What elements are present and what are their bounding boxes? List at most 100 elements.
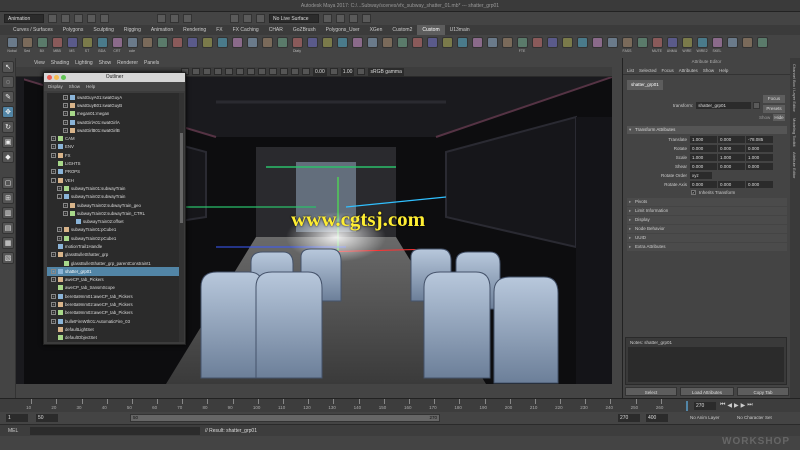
go-to-end-icon[interactable]: ⏭ [747, 402, 752, 409]
expand-toggle-icon[interactable]: + [51, 268, 56, 274]
shelf-button[interactable] [261, 37, 273, 49]
shelf-tab-rendering[interactable]: Rendering [178, 25, 211, 35]
gamma-icon[interactable] [329, 68, 338, 75]
shelf-button[interactable] [306, 37, 318, 49]
ae-menu-focus[interactable]: Focus [662, 68, 674, 73]
shelf-button[interactable]: WIRE [681, 37, 693, 53]
outliner-row[interactable]: subwayTrain02:offset [47, 217, 179, 225]
go-to-input-icon[interactable] [753, 102, 761, 109]
outliner-row[interactable]: - VEH [47, 176, 179, 184]
textured-icon[interactable] [203, 68, 211, 75]
translate-z[interactable]: -78.085 [746, 136, 773, 143]
shelf-tab-gozbrush[interactable]: GoZBrush [288, 25, 321, 35]
shelf-button[interactable]: UNMU [666, 37, 678, 53]
shelf-button[interactable] [321, 37, 333, 49]
shelf-button[interactable]: Nobal [6, 37, 18, 53]
expand-toggle-icon[interactable]: + [51, 293, 56, 299]
outliner-row[interactable]: + swatGirlB01:swatGirlB [47, 126, 179, 134]
copy-tab-button[interactable]: Copy Tab [737, 387, 789, 396]
ae-menu-help[interactable]: Help [719, 68, 728, 73]
time-slider[interactable]: 10 20 30 40 50 60 70 80 90 100 110 120 130 140 150 160 1… [0, 398, 800, 412]
expand-toggle-icon[interactable]: + [51, 169, 56, 175]
shelf-tab-fx-caching[interactable]: FX Caching [228, 25, 264, 35]
shelf-button[interactable]: ST [81, 37, 93, 53]
side-tab-attribute-editor[interactable]: Attribute Editor [792, 152, 797, 178]
expand-toggle-icon[interactable]: + [57, 185, 62, 191]
select-hierarchy-icon[interactable] [157, 14, 166, 23]
side-tab-modeling-toolkit[interactable]: Modeling Toolkit [792, 118, 797, 147]
shelf-button[interactable] [501, 37, 513, 49]
lights-icon[interactable] [214, 68, 222, 75]
outliner-scroll-thumb[interactable] [180, 133, 183, 223]
node-tab[interactable]: shatter_grp01 [627, 80, 663, 90]
shelf-button[interactable]: FASS [621, 37, 633, 53]
outliner-menu-display[interactable]: Display [48, 84, 63, 89]
scale-y[interactable]: 1.000 [718, 154, 745, 161]
expand-toggle-icon[interactable]: + [57, 235, 62, 241]
ae-menu-selected[interactable]: Selected [639, 68, 657, 73]
outliner-row[interactable]: + bulletFireWth01:AutomaticFire_03 [47, 317, 179, 325]
expand-toggle-icon[interactable]: + [63, 210, 68, 216]
expand-toggle-icon[interactable]: + [63, 94, 68, 100]
side-tab-channel-box[interactable]: Channel Box / Layer Editor [792, 64, 797, 112]
move-tool-icon[interactable]: ✥ [2, 106, 14, 118]
snap-point-icon[interactable] [256, 14, 265, 23]
command-language[interactable]: MEL [8, 428, 18, 434]
shelf-tab-char[interactable]: CHAR [264, 25, 288, 35]
viewport-menu-panels[interactable]: Panels [144, 60, 159, 66]
outliner-scrollbar[interactable] [179, 93, 184, 342]
hide-button[interactable]: Hide [773, 114, 785, 121]
step-back-icon[interactable]: ◀ [727, 402, 732, 409]
shelf-button[interactable]: BX [36, 37, 48, 53]
isolate-icon[interactable] [269, 68, 277, 75]
expand-toggle-icon[interactable]: + [63, 111, 68, 117]
select-tool-icon[interactable]: ↖ [2, 61, 14, 73]
shelf-button[interactable] [351, 37, 363, 49]
shelf-button[interactable] [231, 37, 243, 49]
notes-field[interactable] [628, 347, 784, 382]
save-scene-icon[interactable] [74, 14, 83, 23]
outliner-row[interactable]: + FX [47, 151, 179, 159]
expand-toggle-icon[interactable]: - [57, 194, 62, 200]
expand-toggle-icon[interactable]: - [51, 177, 56, 183]
shelf-button[interactable]: CRT [111, 37, 123, 53]
anim-layer-label[interactable]: No Anim Layer [690, 415, 720, 420]
shelf-button[interactable] [276, 37, 288, 49]
shelf-button[interactable]: SKEL [711, 37, 723, 53]
exposure-icon[interactable] [302, 68, 310, 75]
outliner-row[interactable]: + subwayTrain02:subwayTrain_CTRL [47, 209, 179, 217]
shelf-button[interactable] [186, 37, 198, 49]
expand-toggle-icon[interactable]: + [51, 277, 56, 283]
shelf-button[interactable] [576, 37, 588, 49]
smooth-shade-icon[interactable] [192, 68, 200, 75]
render-icon[interactable] [323, 14, 332, 23]
select-button[interactable]: Select [625, 387, 677, 396]
scale-z[interactable]: 1.000 [746, 154, 773, 161]
start-time-field[interactable]: 1 [6, 414, 28, 422]
expand-toggle-icon[interactable]: + [63, 119, 68, 125]
hypershade-icon[interactable] [362, 14, 371, 23]
snap-curve-icon[interactable] [243, 14, 252, 23]
current-time-marker[interactable] [686, 401, 688, 411]
rotate-axis-x[interactable]: 0.000 [690, 181, 717, 188]
ae-menu-show[interactable]: Show [703, 68, 714, 73]
outliner-row[interactable]: + beretta9mm01:aweCP_tab_Pickers [47, 292, 179, 300]
outliner-row[interactable]: aweCP_tab_transmScope [47, 284, 179, 292]
section-transform-attributes[interactable]: Transform Attributes [627, 126, 787, 134]
section-uuid[interactable]: UUID [627, 234, 787, 242]
inherits-transform-checkbox[interactable]: ✓ [691, 190, 696, 195]
shelf-button[interactable] [411, 37, 423, 49]
play-icon[interactable]: ▶ [734, 402, 739, 409]
shelf-tab-u13main[interactable]: U13main [445, 25, 475, 35]
shelf-tab-xgen[interactable]: XGen [365, 25, 388, 35]
shelf-tab-fx[interactable]: FX [211, 25, 227, 35]
exposure-field[interactable]: 0.00 [313, 67, 327, 76]
expand-toggle-icon[interactable]: + [51, 144, 56, 150]
presets-button[interactable]: Presets [763, 105, 785, 113]
outliner-row[interactable]: + CAM [47, 134, 179, 142]
outliner-row[interactable]: + subwayTrain01:pCube1 [47, 226, 179, 234]
outliner-menu-help[interactable]: Help [86, 84, 95, 89]
ae-menu-list[interactable]: List [627, 68, 634, 73]
layout-view-icon[interactable]: ▧ [2, 252, 14, 264]
shelf-tab-rigging[interactable]: Rigging [119, 25, 146, 35]
